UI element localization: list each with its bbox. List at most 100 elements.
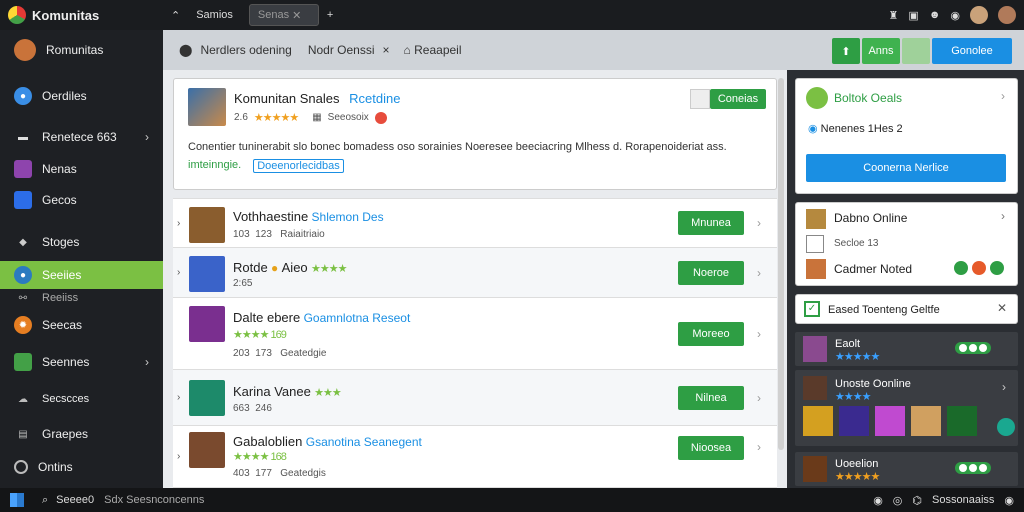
sidebar-item-gecos[interactable]: Gecos — [0, 186, 163, 214]
compare-icon[interactable] — [690, 89, 710, 109]
item-action-button[interactable]: Nilnea — [678, 385, 744, 410]
globe-icon[interactable]: ◉ — [950, 9, 960, 22]
toolbar-tab-3[interactable]: ⌂ Reaapeil — [404, 43, 462, 57]
sidebar-profile[interactable]: Romunitas — [0, 36, 163, 64]
message-icon[interactable] — [990, 261, 1004, 275]
back-icon[interactable]: ⌃ — [163, 4, 188, 26]
chevron-right-icon[interactable]: › — [1001, 209, 1005, 223]
game-icon[interactable] — [875, 406, 905, 436]
status-line-3[interactable]: Cadmer Noted — [834, 262, 912, 276]
grid-icon[interactable]: ▣ — [908, 9, 918, 22]
tray-icon-2[interactable]: ◎ — [893, 494, 903, 507]
chevron-right-icon[interactable]: › — [1001, 89, 1005, 103]
toolbar-tab-2[interactable]: Nodr Oenssi — [308, 43, 375, 57]
main-scrollbar[interactable] — [778, 78, 784, 450]
new-tab-button[interactable]: + — [319, 4, 341, 26]
featured-action-button[interactable]: Coneias — [710, 89, 766, 109]
decline-icon[interactable] — [972, 261, 986, 275]
tray-text: Sossonaaiss — [932, 494, 995, 506]
online-title[interactable]: Boltok Oeals — [834, 91, 902, 105]
sidebar-item-seecas[interactable]: ✹ Seecas — [0, 311, 163, 339]
list-item[interactable]: Dalte ebere Goamnlotna Reseot ★★★★ 169 2… — [173, 298, 777, 370]
chevron-right-icon[interactable]: › — [757, 391, 761, 405]
accept-icon[interactable] — [954, 261, 968, 275]
expand-icon[interactable]: › — [177, 392, 180, 403]
item-action-button[interactable]: Nioosea — [678, 436, 744, 460]
friend-row[interactable]: Uoeelion ★★★★★ — [795, 452, 1018, 486]
status-line-1[interactable]: Dabno Online — [834, 211, 907, 225]
friend-actions[interactable] — [955, 342, 991, 354]
item-name[interactable]: Gabaloblien — [233, 434, 302, 449]
item-link[interactable]: Aieo — [282, 260, 308, 275]
avatar[interactable] — [970, 6, 988, 24]
item-action-button[interactable]: Moreeo — [678, 321, 744, 346]
sidebar-item-seeiies[interactable]: ● Seeiies — [0, 261, 163, 289]
game-icon[interactable] — [839, 406, 869, 436]
sidebar-item-seennes[interactable]: Seennes › — [0, 348, 163, 376]
chevron-right-icon[interactable]: › — [757, 266, 761, 280]
chevron-right-icon[interactable]: › — [757, 440, 761, 454]
close-icon[interactable]: ✕ — [997, 301, 1007, 315]
search-icon[interactable]: ⌕ — [42, 494, 48, 507]
expand-icon[interactable]: › — [177, 218, 180, 229]
friend-row[interactable]: Eaolt ★★★★★ — [795, 332, 1018, 366]
item-name[interactable]: Karina Vanee — [233, 384, 311, 399]
sidebar-item-nenas[interactable]: Nenas — [0, 155, 163, 183]
taskbar-search[interactable]: Seeee0 — [56, 494, 94, 506]
item-action-button[interactable]: Noeroe — [678, 260, 744, 285]
sidebar-item-ontins[interactable]: Ontins — [0, 453, 163, 481]
chevron-right-icon[interactable]: › — [757, 216, 761, 230]
wifi-icon[interactable]: ⌬ — [912, 494, 922, 507]
sidebar-item-secscces[interactable]: ☁ Secscces — [0, 385, 163, 413]
sidebar-item-renetece[interactable]: ▬ Renetece 663 › — [0, 123, 163, 151]
expand-icon[interactable]: › — [177, 451, 180, 462]
game-icon[interactable] — [803, 406, 833, 436]
list-item[interactable]: › Gabaloblien Gsanotina Seanegent ★★★★ 1… — [173, 426, 777, 488]
list-item[interactable]: › Karina Vanee ★★★ 663 246 Nilnea › — [173, 370, 777, 426]
item-meta: 203 173 Geatedgie — [233, 348, 327, 359]
friend-row[interactable]: Unoste Oonline ★★★★ › — [795, 370, 1018, 446]
pin-button[interactable]: ⬆ — [832, 38, 860, 64]
gonolee-button[interactable]: Gonolee — [932, 38, 1012, 64]
featured-tag-green[interactable]: imteinngie. — [188, 159, 241, 173]
tab-1[interactable]: Samios — [188, 4, 241, 26]
notification-icon[interactable]: ◉ — [1004, 494, 1014, 507]
item-link[interactable]: Shlemon Des — [312, 210, 384, 224]
friend-actions[interactable] — [955, 462, 991, 474]
game-icon[interactable] — [911, 406, 941, 436]
chevron-right-icon[interactable]: › — [1002, 380, 1006, 394]
item-link[interactable]: Gsanotina Seanegent — [306, 435, 422, 449]
tab-2[interactable]: Senas ✕ — [248, 4, 319, 26]
item-link[interactable]: Goamnlotna Reseot — [304, 311, 411, 325]
featured-link[interactable]: Rcetdine — [349, 91, 400, 106]
home-icon[interactable]: ⬤ — [179, 43, 192, 57]
featured-title[interactable]: Komunitan Snales — [234, 91, 340, 106]
sidebar-item-oerdiles[interactable]: ● Oerdiles — [0, 82, 163, 110]
close-icon[interactable]: × — [383, 43, 390, 57]
item-action-button[interactable]: Mnunea — [678, 211, 744, 235]
sidebar-item-label: Ontins — [38, 460, 73, 474]
chevron-right-icon[interactable]: › — [757, 327, 761, 341]
item-name[interactable]: Vothhaestine — [233, 209, 308, 224]
expand-icon[interactable]: › — [177, 267, 180, 278]
item-name[interactable]: Dalte ebere — [233, 310, 300, 325]
item-name[interactable]: Rotde — [233, 260, 268, 275]
emoji-icon[interactable]: ☻ — [929, 9, 941, 21]
start-icon[interactable] — [10, 493, 24, 507]
anns-button[interactable]: Anns — [862, 38, 900, 64]
sidebar-item-reeiiss[interactable]: ⚯ Reeiiss — [0, 287, 163, 309]
online-button[interactable]: Coonerna Nerlice — [806, 154, 1006, 182]
avatar-2[interactable] — [998, 6, 1016, 24]
game-icon[interactable] — [947, 406, 977, 436]
steam-icon[interactable] — [902, 38, 930, 64]
list-item[interactable]: › Rotde ● Aieo ★★★★ 2:65 Noeroe › — [173, 248, 777, 298]
list-item[interactable]: › Vothhaestine Shlemon Des 103 123 Raiai… — [173, 198, 777, 248]
check-icon[interactable]: ✓ — [804, 301, 820, 317]
toolbar-tab-1[interactable]: Nerdlers odening — [200, 43, 291, 57]
share-icon[interactable] — [997, 418, 1015, 436]
sidebar-item-stoges[interactable]: ◆ Stoges — [0, 228, 163, 256]
sidebar-item-graepes[interactable]: ▤ Graepes — [0, 420, 163, 448]
tray-icon[interactable]: ◉ — [873, 494, 883, 507]
shield-icon[interactable]: ♜ — [889, 9, 899, 22]
featured-tag-blue[interactable]: Doeenorlecidbas — [253, 159, 344, 173]
